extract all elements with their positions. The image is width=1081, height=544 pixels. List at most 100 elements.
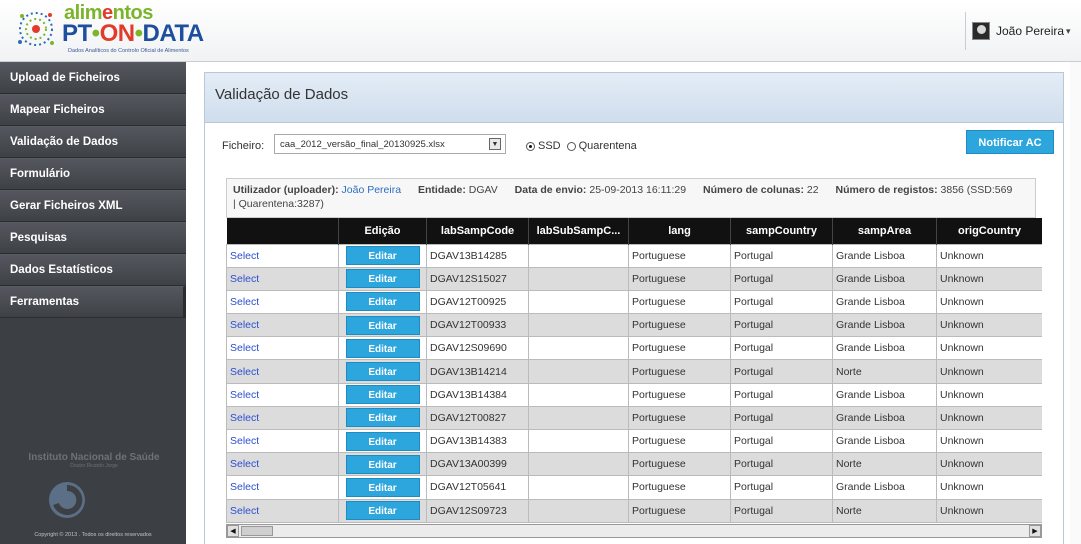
cell-edit: Editar [338, 498, 427, 523]
table-row[interactable]: Select Editar DGAV12S15027 Portuguese Portug… [226, 266, 1042, 291]
scroll-left-icon[interactable]: ◀ [227, 525, 239, 537]
entity-value: DGAV [468, 184, 498, 196]
sidebar-item-formulario[interactable]: Formulário [0, 158, 186, 190]
row-select-link[interactable]: Select [230, 505, 259, 517]
row-edit-button[interactable]: Editar [345, 338, 420, 358]
row-select-link[interactable]: Select [230, 389, 259, 401]
cell-select: Select [226, 336, 339, 361]
row-select-link[interactable]: Select [230, 435, 259, 447]
cell-edit: Editar [338, 452, 427, 477]
table-row[interactable]: Select Editar DGAV13B14383 Portuguese Portug… [226, 428, 1042, 454]
cell-lang: Portuguese [628, 452, 731, 477]
row-edit-button[interactable]: Editar [345, 292, 420, 312]
institute-name: Instituto Nacional de Saúde [28, 452, 160, 463]
row-edit-button[interactable]: Editar [345, 408, 420, 428]
sidebar-item-pesquisas[interactable]: Pesquisas [0, 222, 186, 254]
row-edit-button[interactable]: Editar [345, 431, 420, 451]
row-select-link[interactable]: Select [230, 366, 259, 378]
row-edit-button[interactable]: Editar [345, 315, 420, 335]
cell-labsubsampcode [528, 498, 629, 523]
uploader-value[interactable]: João Pereira [342, 184, 402, 196]
table-row[interactable]: Select Editar DGAV12T05641 Portuguese Portug… [226, 475, 1042, 500]
cell-labsubsampcode [528, 336, 629, 361]
horizontal-scrollbar[interactable]: ◀ ▶ [226, 524, 1042, 538]
row-edit-button[interactable]: Editar [345, 269, 420, 289]
cell-lang: Portuguese [628, 289, 731, 315]
cell-labsubsampcode [528, 405, 629, 431]
data-grid: Edição labSampCode labSubSampC... lang s… [226, 218, 1042, 544]
table-row[interactable]: Select Editar DGAV13B14285 Portuguese Portug… [226, 243, 1042, 268]
cell-labsampcode: DGAV13B14285 [426, 243, 529, 268]
table-row[interactable]: Select Editar DGAV12S09690 Portuguese Portug… [226, 336, 1042, 361]
columns-value: 22 [806, 184, 819, 196]
scroll-thumb[interactable] [241, 526, 273, 536]
cell-edit: Editar [338, 243, 427, 268]
dropdown-arrow-icon[interactable]: ▼ [489, 138, 501, 150]
row-select-link[interactable]: Select [230, 412, 259, 424]
cell-labsampcode: DGAV12T00933 [426, 313, 529, 338]
col-header-lang[interactable]: lang [628, 218, 731, 244]
col-header-samparea[interactable]: sampArea [832, 218, 937, 244]
sidebar-item-estatisticos[interactable]: Dados Estatísticos [0, 254, 186, 286]
cell-origcountry: Unknown [936, 475, 1042, 500]
row-select-link[interactable]: Select [230, 342, 259, 354]
cell-labsampcode: DGAV12T00827 [426, 405, 529, 431]
logo-dots-icon [18, 12, 54, 46]
cell-sampcountry: Portugal [730, 243, 833, 268]
cell-origcountry: Unknown [936, 359, 1042, 384]
row-edit-button[interactable]: Editar [345, 385, 420, 405]
sidebar-item-mapear[interactable]: Mapear Ficheiros [0, 94, 186, 126]
row-select-link[interactable]: Select [230, 481, 259, 493]
cell-origcountry: Unknown [936, 336, 1042, 361]
records-label: Número de registos: [835, 184, 938, 196]
sidebar-item-upload[interactable]: Upload de Ficheiros [0, 62, 186, 94]
row-edit-button[interactable]: Editar [345, 501, 420, 521]
sidebar-item-validacao[interactable]: Validação de Dados [0, 126, 186, 158]
table-row[interactable]: Select Editar DGAV12T00827 Portuguese Portug… [226, 405, 1042, 431]
cell-labsampcode: DGAV12T00925 [426, 289, 529, 315]
col-header-labsampcode[interactable]: labSampCode [426, 218, 529, 244]
row-select-link[interactable]: Select [230, 273, 259, 285]
row-select-link[interactable]: Select [230, 296, 259, 308]
scroll-right-icon[interactable]: ▶ [1029, 525, 1041, 537]
col-header-sampcountry[interactable]: sampCountry [730, 218, 833, 244]
row-edit-button[interactable]: Editar [345, 246, 420, 266]
cell-samparea: Grande Lisboa [832, 405, 937, 431]
cell-labsampcode: DGAV12S09723 [426, 498, 529, 523]
app-logo[interactable]: alimentos PT•ON•DATA Dados Analíticos do… [14, 2, 234, 56]
user-menu[interactable]: João Pereira ▾ [965, 12, 1081, 50]
status-radio-group: SSD Quarentena [520, 140, 637, 152]
cell-labsampcode: DGAV12S09690 [426, 336, 529, 361]
table-row[interactable]: Select Editar DGAV13B14384 Portuguese Portug… [226, 382, 1042, 407]
col-header-select [226, 218, 339, 244]
cell-labsubsampcode [528, 359, 629, 384]
cell-sampcountry: Portugal [730, 382, 833, 407]
sidebar-item-gerar-xml[interactable]: Gerar Ficheiros XML [0, 190, 186, 222]
table-row[interactable]: Select Editar DGAV12S09723 Portuguese Portug… [226, 498, 1042, 523]
row-edit-button[interactable]: Editar [345, 362, 420, 382]
cell-samparea: Norte [832, 452, 937, 477]
notify-ac-button[interactable]: Notificar AC [966, 130, 1054, 154]
col-header-edicao[interactable]: Edição [338, 218, 427, 244]
row-edit-button[interactable]: Editar [345, 454, 420, 474]
cell-labsubsampcode [528, 289, 629, 315]
table-row[interactable]: Select Editar DGAV13A00399 Portuguese Portug… [226, 452, 1042, 477]
top-header: alimentos PT•ON•DATA Dados Analíticos do… [0, 0, 1081, 62]
table-row[interactable]: Select Editar DGAV13B14214 Portuguese Portug… [226, 359, 1042, 384]
cell-edit: Editar [338, 359, 427, 384]
col-header-origcountry[interactable]: origCountry [936, 218, 1042, 244]
table-body: Select Editar DGAV13B14285 Portuguese Portug… [226, 243, 1042, 523]
row-select-link[interactable]: Select [230, 319, 259, 331]
row-edit-button[interactable]: Editar [345, 477, 420, 497]
radio-quarentena[interactable] [566, 141, 576, 151]
sidebar-item-ferramentas[interactable]: Ferramentas [0, 286, 186, 318]
table-row[interactable]: Select Editar DGAV12T00925 Portuguese Portug… [226, 289, 1042, 315]
col-header-labsubsampcode[interactable]: labSubSampC... [528, 218, 629, 244]
table-row[interactable]: Select Editar DGAV12T00933 Portuguese Portug… [226, 313, 1042, 338]
row-select-link[interactable]: Select [230, 458, 259, 470]
row-select-link[interactable]: Select [230, 250, 259, 262]
cell-select: Select [226, 498, 339, 523]
radio-ssd[interactable] [526, 141, 535, 151]
file-dropdown[interactable]: caa_2012_versão_final_20130925.xlsx ▼ [274, 134, 506, 154]
cell-origcountry: Unknown [936, 289, 1042, 315]
